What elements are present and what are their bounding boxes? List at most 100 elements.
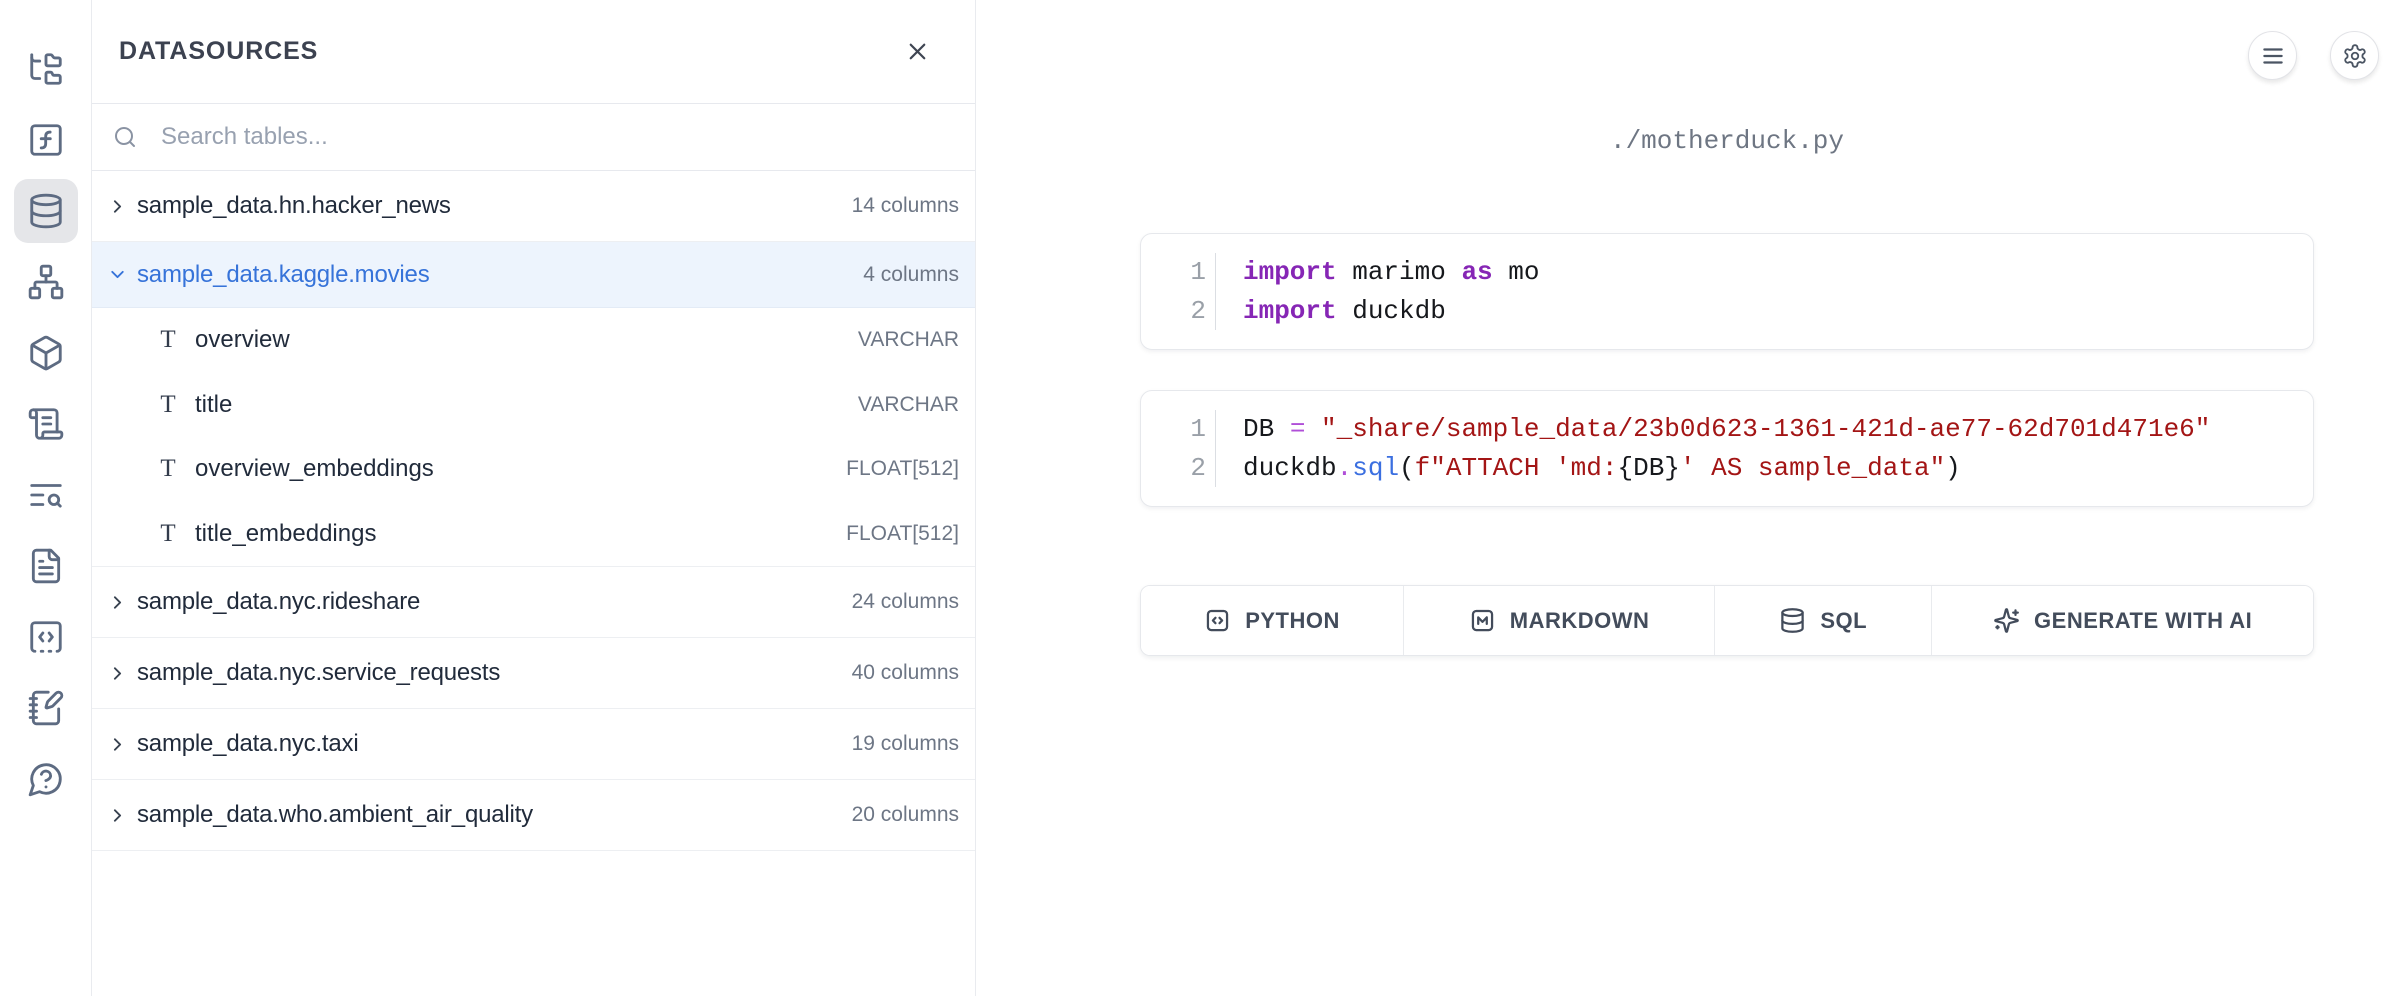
notebook-content: ./motherduck.py 12import marimo as moimp…	[1140, 0, 2314, 656]
cells-container: 12import marimo as moimport duckdb12DB =…	[1140, 233, 2314, 507]
settings-button[interactable]	[2330, 31, 2379, 80]
square-code-icon	[1204, 607, 1231, 634]
database-icon	[1779, 607, 1806, 634]
add-cell-button-label: MARKDOWN	[1510, 608, 1650, 634]
rail-item-notebook-pen[interactable]	[14, 676, 78, 740]
chevron-right-icon[interactable]	[107, 734, 128, 755]
search-row	[92, 104, 975, 171]
code-editor[interactable]: DB = "_share/sample_data/23b0d623-1361-4…	[1216, 410, 2210, 487]
text-search-icon	[27, 476, 65, 514]
table-name: sample_data.nyc.taxi	[137, 730, 358, 758]
notebook-filename[interactable]: ./motherduck.py	[1140, 126, 2314, 156]
line-numbers: 12	[1141, 410, 1216, 487]
notebook-area: ./motherduck.py 12import marimo as moimp…	[976, 0, 2399, 996]
table-columns-count: 14 columns	[852, 194, 959, 218]
table-row[interactable]: sample_data.kaggle.movies 4 columns	[92, 242, 975, 308]
column-name: title	[195, 391, 232, 419]
type-text-icon: T	[156, 326, 180, 354]
add-cell-button-label: PYTHON	[1245, 608, 1340, 634]
tables-list: sample_data.hn.hacker_news14 columnssamp…	[92, 171, 975, 851]
type-text-icon: T	[156, 455, 180, 483]
add-cell-markdown-button[interactable]: MARKDOWN	[1404, 586, 1715, 655]
square-m-icon	[1469, 607, 1496, 634]
type-text-icon: T	[156, 391, 180, 419]
square-function-icon	[27, 121, 65, 159]
sidebar-icon-rail	[0, 0, 92, 996]
message-circle-question-icon	[27, 760, 65, 798]
table-name: sample_data.nyc.service_requests	[137, 659, 500, 687]
type-text-icon: T	[156, 520, 180, 548]
search-icon	[113, 125, 137, 149]
table-row[interactable]: sample_data.hn.hacker_news 14 columns	[92, 171, 975, 242]
rail-item-message-circle-question[interactable]	[14, 747, 78, 811]
code-cell[interactable]: 12DB = "_share/sample_data/23b0d623-1361…	[1140, 390, 2314, 507]
chevron-right-icon[interactable]	[107, 805, 128, 826]
table-columns-count: 24 columns	[852, 590, 959, 614]
line-numbers: 12	[1141, 253, 1216, 330]
chevron-down-icon[interactable]	[107, 264, 128, 285]
sparkles-icon	[1993, 607, 2020, 634]
settings-icon	[2342, 43, 2368, 69]
table-name: sample_data.nyc.rideshare	[137, 588, 420, 616]
table-row[interactable]: sample_data.nyc.service_requests 40 colum…	[92, 638, 975, 709]
chevron-right-icon[interactable]	[107, 196, 128, 217]
add-cell-python-button[interactable]: PYTHON	[1141, 586, 1404, 655]
panel-title: DATASOURCES	[119, 37, 318, 66]
menu-icon	[2260, 43, 2286, 69]
rail-item-square-dashed-bottom-code[interactable]	[14, 605, 78, 669]
add-cell-sql-button[interactable]: SQL	[1715, 586, 1932, 655]
menu-button[interactable]	[2248, 31, 2297, 80]
file-text-icon	[27, 547, 65, 585]
datasources-panel: DATASOURCES sample_data.hn.hacker_news 14…	[92, 0, 976, 996]
search-input[interactable]	[161, 123, 951, 151]
table-name: sample_data.hn.hacker_news	[137, 192, 451, 220]
x-icon	[904, 38, 931, 65]
rail-item-square-function[interactable]	[14, 108, 78, 172]
column-row[interactable]: Ttitle_embeddings FLOAT[512]	[92, 502, 975, 567]
table-columns-count: 20 columns	[852, 803, 959, 827]
table-columns-count: 40 columns	[852, 661, 959, 685]
table-row[interactable]: sample_data.who.ambient_air_quality 20 co…	[92, 780, 975, 851]
rail-item-scroll-text[interactable]	[14, 392, 78, 456]
table-columns-count: 4 columns	[863, 263, 959, 287]
column-type: FLOAT[512]	[846, 457, 959, 481]
chevron-right-icon[interactable]	[107, 592, 128, 613]
add-cell-button-label: SQL	[1820, 608, 1867, 634]
code-editor[interactable]: import marimo as moimport duckdb	[1216, 253, 1539, 330]
add-cell-bar: PYTHON MARKDOWN SQL GENERATE WITH AI	[1140, 585, 2314, 656]
column-row[interactable]: Toverview_embeddings FLOAT[512]	[92, 437, 975, 502]
code-cell[interactable]: 12import marimo as moimport duckdb	[1140, 233, 2314, 350]
rail-item-database[interactable]	[14, 179, 78, 243]
rail-item-box[interactable]	[14, 321, 78, 385]
column-row[interactable]: Toverview VARCHAR	[92, 308, 975, 373]
table-name: sample_data.kaggle.movies	[137, 261, 430, 289]
column-name: overview_embeddings	[195, 455, 434, 483]
close-panel-button[interactable]	[900, 34, 935, 69]
column-type: VARCHAR	[858, 328, 959, 352]
add-cell-generate-with-ai-button[interactable]: GENERATE WITH AI	[1932, 586, 2313, 655]
datasources-panel-header: DATASOURCES	[92, 0, 975, 104]
column-row[interactable]: Ttitle VARCHAR	[92, 373, 975, 438]
folder-tree-icon	[27, 50, 65, 88]
network-icon	[27, 263, 65, 301]
column-name: overview	[195, 326, 290, 354]
column-type: FLOAT[512]	[846, 522, 959, 546]
rail-item-text-search[interactable]	[14, 463, 78, 527]
scroll-text-icon	[27, 405, 65, 443]
column-name: title_embeddings	[195, 520, 376, 548]
box-icon	[27, 334, 65, 372]
notebook-pen-icon	[27, 689, 65, 727]
database-icon	[27, 192, 65, 230]
add-cell-button-label: GENERATE WITH AI	[2034, 608, 2252, 634]
rail-item-network[interactable]	[14, 250, 78, 314]
rail-item-file-text[interactable]	[14, 534, 78, 598]
table-row[interactable]: sample_data.nyc.rideshare 24 columns	[92, 567, 975, 638]
table-row[interactable]: sample_data.nyc.taxi19 columns	[92, 709, 975, 780]
square-dashed-bottom-code-icon	[27, 618, 65, 656]
table-name: sample_data.who.ambient_air_quality	[137, 801, 533, 829]
column-type: VARCHAR	[858, 393, 959, 417]
notebook-topbar	[2248, 31, 2379, 80]
chevron-right-icon[interactable]	[107, 663, 128, 684]
table-columns-list: Toverview VARCHAR Ttitle VARCHAR Toverview_e…	[92, 308, 975, 567]
rail-item-folder-tree[interactable]	[14, 37, 78, 101]
